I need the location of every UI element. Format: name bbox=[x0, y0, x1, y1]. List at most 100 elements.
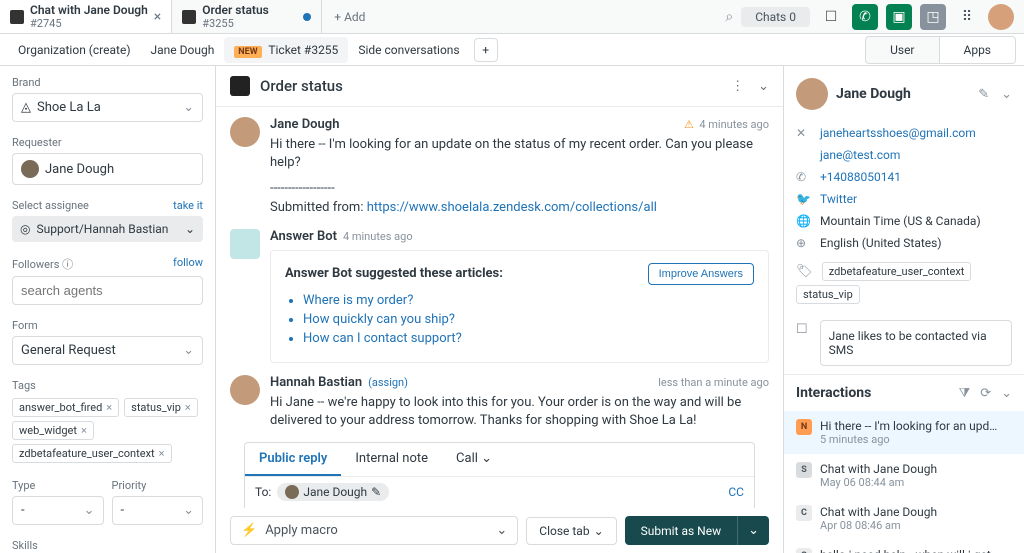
brand-select[interactable]: ◬ Shoe La La ⌄ bbox=[12, 93, 203, 122]
edit-icon[interactable]: ✎ bbox=[978, 87, 989, 102]
refresh-icon[interactable]: ⟳ bbox=[980, 386, 991, 401]
assignee-label: Select assignee take it bbox=[12, 199, 203, 212]
submit-button[interactable]: Submit as New bbox=[625, 516, 737, 545]
apps-panel-button[interactable]: Apps bbox=[939, 36, 1017, 64]
tags-container[interactable]: answer_bot_fired× status_vip× web_widget… bbox=[12, 396, 203, 465]
timestamp: 4 minutes ago bbox=[343, 230, 413, 243]
form-select[interactable]: General Request ⌄ bbox=[12, 336, 203, 365]
ticket-icon bbox=[182, 10, 196, 24]
globe-icon: 🌐 bbox=[796, 214, 810, 228]
assign-link[interactable]: (assign) bbox=[368, 376, 408, 389]
context-panel: Jane Dough ✎ ⌄ ✕janeheartsshoes@gmail.co… bbox=[784, 66, 1024, 553]
tab-ticket[interactable]: Order status #3255 bbox=[172, 0, 322, 33]
phone-link[interactable]: +14088050141 bbox=[820, 170, 901, 184]
more-icon[interactable]: ⋮ bbox=[731, 79, 744, 94]
suggested-article-link[interactable]: Where is my order? bbox=[303, 293, 754, 308]
chevron-down-icon: ⌄ bbox=[594, 524, 604, 538]
add-tab-button[interactable]: + Add bbox=[322, 10, 377, 24]
tab-public-reply[interactable]: Public reply bbox=[245, 443, 341, 476]
close-tab-button[interactable]: Close tab ⌄ bbox=[526, 517, 616, 545]
user-note-textarea[interactable]: Jane likes to be contacted via SMS bbox=[820, 320, 1012, 366]
interactions-heading: Interactions bbox=[796, 385, 871, 401]
follow-link[interactable]: follow bbox=[173, 256, 203, 269]
user-tag-chip[interactable]: status_vip bbox=[796, 285, 860, 304]
type-select[interactable]: -⌄ bbox=[12, 496, 104, 525]
tags-label: Tags bbox=[12, 379, 203, 392]
status-badge: S bbox=[796, 462, 812, 478]
remove-tag-icon[interactable]: × bbox=[106, 401, 112, 414]
followers-label: Followers ⓘ follow bbox=[12, 256, 203, 272]
tag-chip[interactable]: status_vip× bbox=[124, 398, 198, 417]
to-label: To: bbox=[255, 485, 271, 499]
cc-button[interactable]: CC bbox=[728, 485, 744, 499]
pause-icon[interactable]: ◳ bbox=[920, 4, 946, 30]
chevron-down-icon: ⌄ bbox=[84, 503, 95, 518]
apply-macro-select[interactable]: ⚡ Apply macro ⌄ bbox=[230, 516, 518, 545]
chevron-down-icon[interactable]: ⌄ bbox=[1001, 386, 1012, 401]
remove-tag-icon[interactable]: × bbox=[185, 401, 191, 414]
recipient-chip[interactable]: Jane Dough ✎ bbox=[277, 483, 389, 501]
tag-chip[interactable]: answer_bot_fired× bbox=[12, 398, 119, 417]
twitter-link[interactable]: Twitter bbox=[820, 192, 857, 206]
tag-chip[interactable]: zdbetafeature_user_context× bbox=[12, 444, 172, 463]
interaction-item[interactable]: C Chat with Jane DoughApr 08 08:46 am bbox=[784, 497, 1024, 540]
chevron-down-icon[interactable]: ⌄ bbox=[1001, 87, 1012, 102]
user-panel-button[interactable]: User bbox=[865, 36, 938, 64]
avatar[interactable] bbox=[988, 4, 1014, 30]
search-icon[interactable]: ⌕ bbox=[725, 9, 733, 25]
chats-badge[interactable]: Chats 0 bbox=[741, 7, 810, 27]
interaction-item[interactable]: C hello i need help - when will i get my… bbox=[784, 540, 1024, 553]
unread-dot-icon bbox=[303, 13, 311, 21]
submitted-from-link[interactable]: https://www.shoelala.zendesk.com/collect… bbox=[367, 200, 657, 215]
brand-label: Brand bbox=[12, 76, 203, 89]
channel-icon bbox=[230, 76, 250, 96]
interaction-item[interactable]: S Chat with Jane DoughMay 06 08:44 am bbox=[784, 454, 1024, 497]
remove-tag-icon[interactable]: × bbox=[81, 424, 87, 437]
phone-icon: ✆ bbox=[796, 170, 810, 184]
followers-input[interactable] bbox=[12, 276, 203, 305]
close-icon[interactable]: × bbox=[154, 9, 161, 25]
suggested-article-link[interactable]: How can I contact support? bbox=[303, 331, 754, 346]
requester-select[interactable]: Jane Dough bbox=[12, 153, 203, 185]
suggested-articles-card: Answer Bot suggested these articles: Imp… bbox=[270, 250, 769, 363]
email-link[interactable]: jane@test.com bbox=[820, 148, 900, 162]
author-name: Answer Bot bbox=[270, 229, 337, 244]
add-side-conversation-button[interactable]: + bbox=[474, 38, 498, 62]
crumb-org[interactable]: Organization (create) bbox=[8, 37, 141, 63]
conversation-log: Jane Dough ⚠ 4 minutes ago Hi there -- I… bbox=[216, 107, 783, 508]
crumb-requester[interactable]: Jane Dough bbox=[141, 37, 225, 63]
user-tag-chip[interactable]: zdbetafeature_user_context bbox=[822, 262, 972, 281]
chat-icon bbox=[10, 10, 24, 24]
tab-call[interactable]: Call ⌄ bbox=[442, 443, 506, 476]
submit-menu-button[interactable]: ⌄ bbox=[737, 516, 769, 545]
apps-grid-icon[interactable]: ⠿ bbox=[954, 4, 980, 30]
tag-chip[interactable]: web_widget× bbox=[12, 421, 94, 440]
assignee-select[interactable]: ◎ Support/Hannah Bastian ⌄ bbox=[12, 216, 203, 242]
filter-icon[interactable]: ⧩ bbox=[959, 386, 971, 401]
edit-icon[interactable]: ✎ bbox=[371, 485, 381, 499]
tab-sub: #2745 bbox=[30, 17, 148, 30]
tab-title: Chat with Jane Dough bbox=[30, 3, 148, 17]
info-icon: ⓘ bbox=[62, 258, 73, 271]
crumb-ticket[interactable]: NEW Ticket #3255 bbox=[224, 37, 348, 63]
interaction-item[interactable]: N Hi there -- I'm looking for an update … bbox=[784, 411, 1024, 454]
tab-chat[interactable]: Chat with Jane Dough #2745 × bbox=[0, 0, 172, 33]
chevron-down-icon[interactable]: ⌄ bbox=[758, 79, 769, 94]
subject-bar: Order status ⋮ ⌄ bbox=[216, 66, 783, 107]
priority-select[interactable]: -⌄ bbox=[112, 496, 204, 525]
crumb-side-conversations[interactable]: Side conversations bbox=[348, 37, 469, 63]
status-available-icon[interactable]: ▣ bbox=[886, 4, 912, 30]
phone-icon[interactable]: ✆ bbox=[852, 4, 878, 30]
type-label: Type bbox=[12, 479, 104, 492]
form-label: Form bbox=[12, 319, 203, 332]
reply-composer: Public reply Internal note Call ⌄ To: Ja… bbox=[244, 442, 755, 508]
suggested-article-link[interactable]: How quickly can you ship? bbox=[303, 312, 754, 327]
chevron-down-icon: ⌄ bbox=[183, 100, 194, 115]
take-it-link[interactable]: take it bbox=[173, 199, 203, 212]
tab-internal-note[interactable]: Internal note bbox=[341, 443, 442, 476]
remove-tag-icon[interactable]: × bbox=[159, 447, 165, 460]
language-value: English (United States) bbox=[820, 236, 942, 250]
talk-icon[interactable]: ☐ bbox=[818, 4, 844, 30]
email-link[interactable]: janeheartsshoes@gmail.com bbox=[820, 126, 976, 140]
improve-answers-button[interactable]: Improve Answers bbox=[648, 263, 754, 285]
